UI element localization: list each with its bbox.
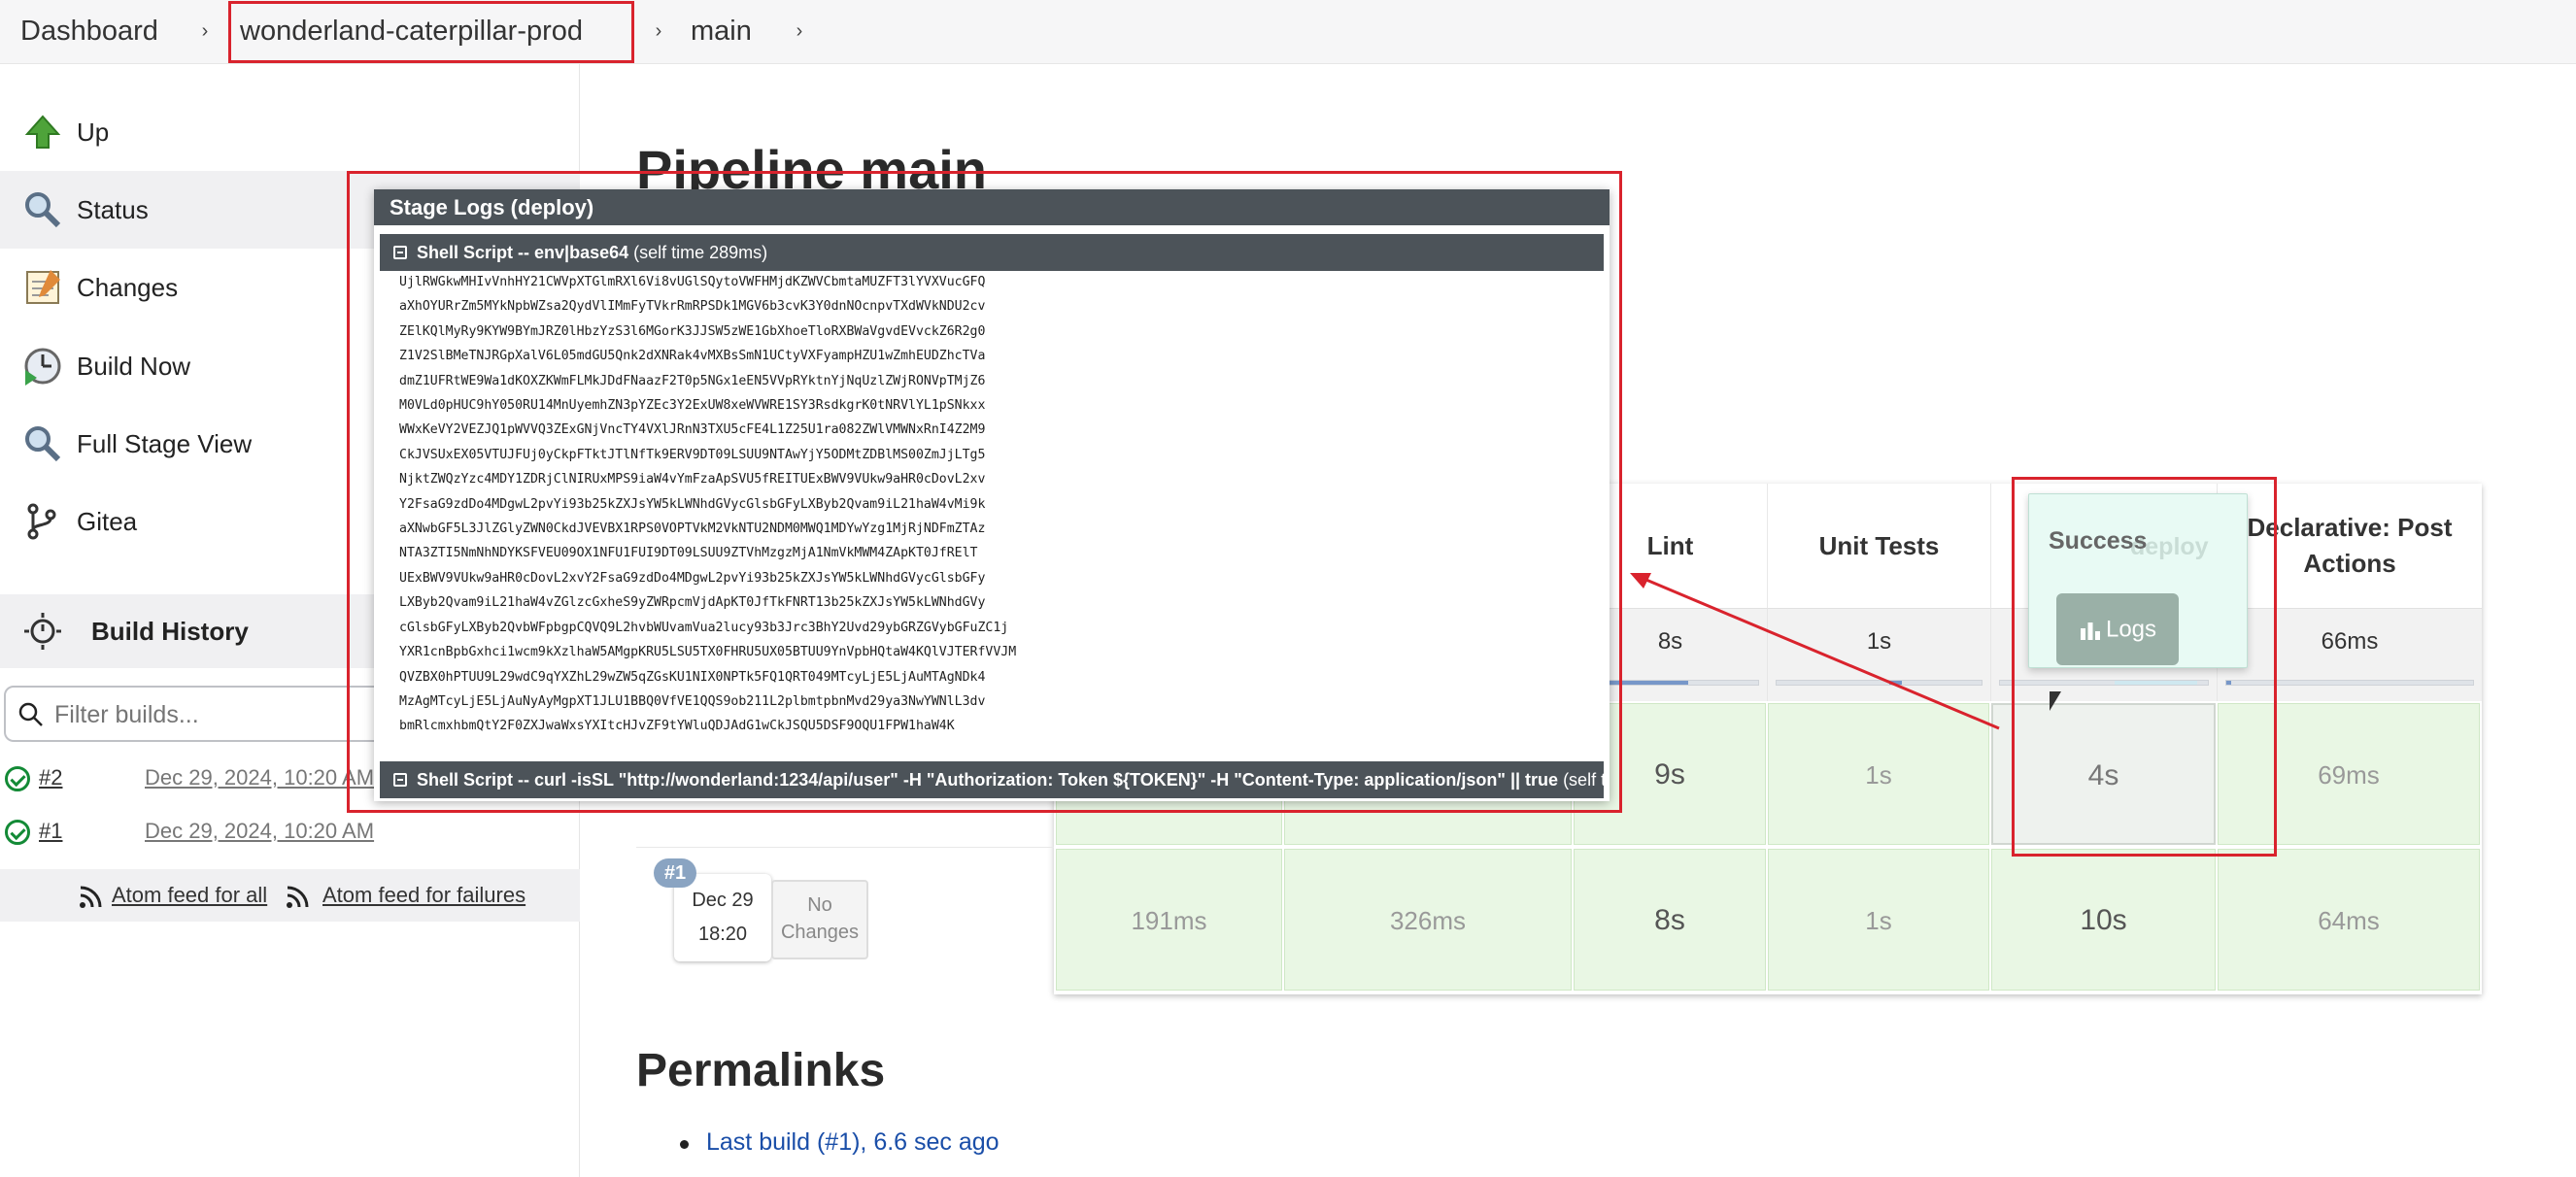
highlight-box xyxy=(228,1,634,63)
breadcrumb-chevron-icon[interactable]: › xyxy=(197,17,213,45)
success-check-icon xyxy=(5,820,30,845)
stage-cell-deploy[interactable]: 10s xyxy=(1991,849,2216,991)
build-badge[interactable]: #1 xyxy=(654,858,696,888)
magnifier-icon xyxy=(25,426,61,462)
stage-avg-value: 66ms xyxy=(2321,628,2379,655)
permalinks-title: Permalinks xyxy=(636,1045,886,1096)
atom-feed-bar: Atom feed for all Atom feed for failures xyxy=(0,869,580,922)
search-icon xyxy=(18,702,43,726)
breadcrumb-chevron-icon[interactable]: › xyxy=(792,17,807,45)
build-date-link[interactable]: Dec 29, 2024, 10:20 AM xyxy=(145,819,374,844)
breadcrumb-dashboard[interactable]: Dashboard xyxy=(20,0,158,62)
stage-cell-post-actions[interactable]: 64ms xyxy=(2218,849,2480,991)
notepad-icon xyxy=(26,270,60,304)
magnifier-icon xyxy=(25,192,61,228)
sidebar-item-label: Status xyxy=(77,195,149,224)
build-date-link[interactable]: Dec 29, 2024, 10:20 AM xyxy=(145,765,374,790)
stage-cell-unit-tests[interactable]: 1s xyxy=(1768,849,1989,991)
sidebar-item-label: Changes xyxy=(77,273,179,302)
atom-feed-failures-link[interactable]: Atom feed for failures xyxy=(322,883,525,908)
build-number-link[interactable]: #1 xyxy=(39,819,62,844)
stage-cell-lint[interactable]: 8s xyxy=(1574,849,1766,991)
atom-feed-all-link[interactable]: Atom feed for all xyxy=(112,883,267,908)
breadcrumb-branch[interactable]: main xyxy=(691,0,752,62)
build-history-icon xyxy=(24,613,61,650)
bullet xyxy=(680,1140,689,1149)
rss-icon xyxy=(80,886,102,908)
git-branch-icon xyxy=(27,503,56,540)
success-check-icon xyxy=(5,766,30,791)
highlight-box xyxy=(347,171,1622,813)
no-changes-box: No Changes xyxy=(771,880,868,959)
sidebar-item-label: Build Now xyxy=(77,352,191,381)
highlight-box xyxy=(2012,477,2277,857)
build-history-title: Build History xyxy=(91,617,249,646)
build-row: #1 Dec 29, 2024, 10:20 AM xyxy=(0,807,580,859)
permalink-last-build[interactable]: Last build (#1), 6.6 sec ago xyxy=(706,1128,1000,1157)
clock-build-icon xyxy=(24,348,61,386)
sidebar-item-label: Full Stage View xyxy=(77,429,253,458)
rss-icon xyxy=(287,886,309,908)
sidebar-item-label: Up xyxy=(77,118,110,147)
build-time: 18:20 xyxy=(697,924,748,945)
stage-cell[interactable]: 326ms xyxy=(1284,849,1572,991)
breadcrumb-chevron-icon[interactable]: › xyxy=(651,17,666,45)
stage-cell[interactable]: 191ms xyxy=(1056,849,1282,991)
annotation-arrow xyxy=(1630,573,2000,730)
sidebar-item-up[interactable]: Up xyxy=(0,93,580,171)
sidebar-item-label: Gitea xyxy=(77,507,138,536)
build-date-box: Dec 29 18:20 xyxy=(674,874,771,961)
up-arrow-icon xyxy=(24,115,61,149)
build-number-link[interactable]: #2 xyxy=(39,765,62,790)
